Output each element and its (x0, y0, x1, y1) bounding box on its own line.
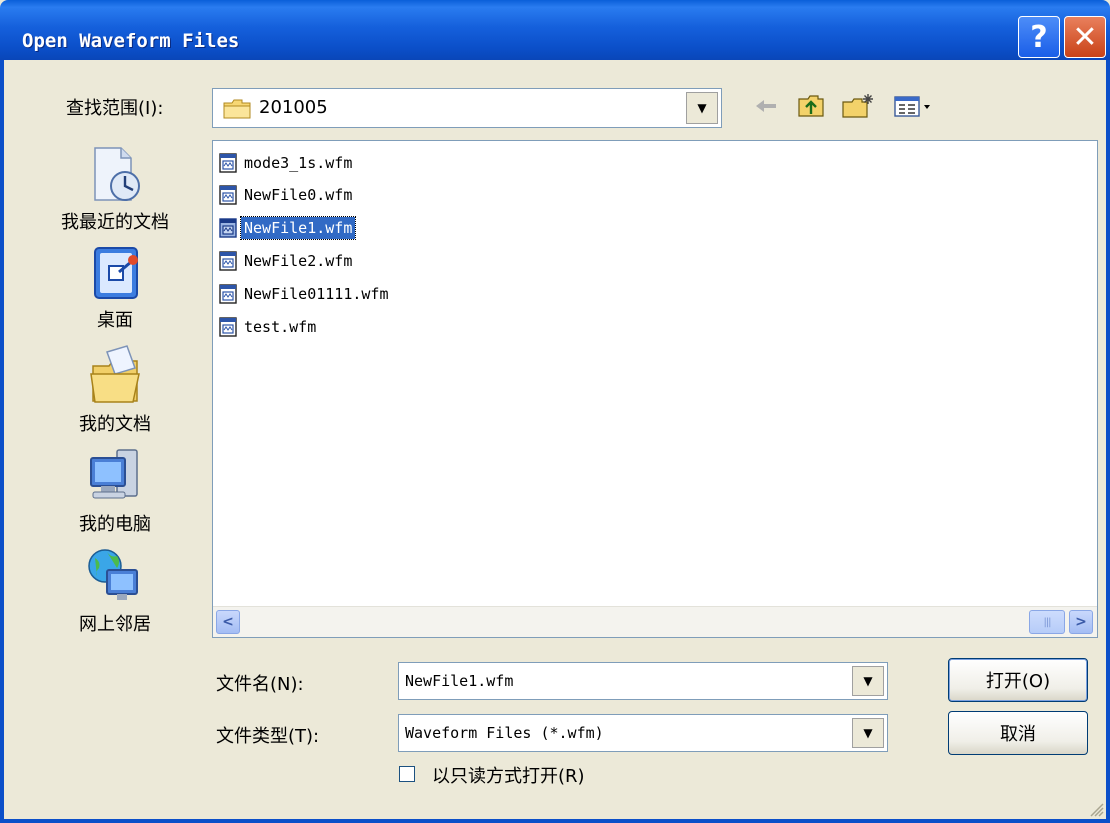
new-folder-button[interactable] (840, 92, 876, 120)
place-my-documents[interactable]: 我的文档 (20, 344, 210, 436)
horizontal-scrollbar[interactable]: < ||| > (213, 606, 1097, 637)
file-name: mode3_1s.wfm (244, 154, 353, 172)
file-name: NewFile01111.wfm (244, 285, 389, 303)
file-item[interactable]: mode3_1s.wfm (219, 149, 355, 177)
my-documents-icon (90, 345, 140, 403)
close-button[interactable]: ✕ (1064, 16, 1106, 58)
help-icon: ? (1030, 19, 1048, 55)
new-folder-icon (842, 94, 873, 118)
file-item-selected[interactable]: NewFile1.wfm (219, 214, 357, 242)
cancel-button-label: 取消 (1000, 724, 1036, 745)
folder-icon (223, 99, 251, 119)
file-name: NewFile2.wfm (244, 252, 353, 270)
lookin-value: 201005 (259, 97, 328, 118)
place-label: 我最近的文档 (61, 212, 169, 233)
window-frame-right (1106, 60, 1110, 823)
up-folder-icon (798, 95, 824, 117)
view-menu-button[interactable] (892, 92, 934, 120)
waveform-file-icon (219, 284, 237, 304)
lookin-label: 查找范围(I): (66, 98, 164, 119)
place-label: 桌面 (97, 310, 133, 331)
help-button[interactable]: ? (1018, 16, 1060, 58)
file-name: NewFile1.wfm (239, 216, 357, 240)
place-network-places[interactable]: 网上邻居 (20, 544, 210, 636)
waveform-file-icon (219, 317, 237, 337)
waveform-file-icon (219, 185, 237, 205)
window-title: Open Waveform Files (22, 30, 240, 52)
desktop-icon (94, 247, 138, 299)
filename-label: 文件名(N): (216, 674, 304, 695)
up-folder-button[interactable] (796, 92, 826, 120)
waveform-file-icon (219, 218, 237, 238)
chevron-left-icon: < (222, 614, 234, 630)
grip-icon: ||| (1043, 616, 1051, 628)
file-name: NewFile0.wfm (244, 186, 353, 204)
place-desktop[interactable]: 桌面 (20, 244, 210, 332)
network-places-icon (88, 549, 138, 600)
scroll-right-button[interactable]: > (1069, 610, 1093, 634)
readonly-checkbox[interactable] (399, 766, 415, 782)
place-label: 我的电脑 (79, 514, 151, 535)
open-button-label: 打开(O) (985, 671, 1051, 692)
title-bar[interactable]: Open Waveform Files ? ✕ (0, 0, 1110, 60)
file-list[interactable]: mode3_1s.wfm NewFile0.wfm NewFile1.wfm N… (212, 140, 1098, 638)
filetype-dropdown-button[interactable]: ▼ (852, 718, 884, 748)
back-button[interactable] (752, 92, 780, 120)
back-arrow-icon (756, 100, 776, 112)
filetype-value: Waveform Files (*.wfm) (405, 724, 604, 742)
filename-dropdown-button[interactable]: ▼ (852, 666, 884, 696)
chevron-down-icon: ▼ (697, 101, 707, 115)
lookin-dropdown-button[interactable]: ▼ (686, 92, 718, 124)
scroll-thumb[interactable]: ||| (1029, 610, 1065, 634)
place-label: 我的文档 (79, 414, 151, 435)
lookin-dropdown[interactable]: 201005 ▼ (212, 88, 722, 128)
resize-grip-icon[interactable] (1088, 801, 1104, 817)
chevron-right-icon: > (1075, 614, 1087, 630)
chevron-down-icon: ▼ (863, 726, 873, 740)
window-frame-bottom (0, 819, 1110, 823)
filename-value: NewFile1.wfm (405, 672, 514, 690)
readonly-label[interactable]: 以只读方式打开(R) (432, 762, 585, 788)
waveform-file-icon (219, 153, 237, 173)
file-item[interactable]: NewFile01111.wfm (219, 280, 392, 308)
filetype-label: 文件类型(T): (216, 726, 320, 747)
waveform-file-icon (219, 251, 237, 271)
cancel-button[interactable]: 取消 (948, 711, 1088, 755)
place-recent-documents[interactable]: 我最近的文档 (20, 142, 210, 234)
chevron-down-icon: ▼ (863, 674, 873, 688)
my-computer-icon (90, 449, 138, 499)
filetype-dropdown[interactable]: Waveform Files (*.wfm) ▼ (398, 714, 888, 752)
file-item[interactable]: NewFile2.wfm (219, 247, 355, 275)
file-item[interactable]: NewFile0.wfm (219, 181, 355, 209)
place-my-computer[interactable]: 我的电脑 (20, 444, 210, 536)
filename-input[interactable]: NewFile1.wfm ▼ (398, 662, 888, 700)
file-name: test.wfm (244, 318, 317, 336)
view-menu-icon (894, 96, 930, 117)
scroll-left-button[interactable]: < (216, 610, 240, 634)
file-item[interactable]: test.wfm (219, 313, 319, 341)
close-icon: ✕ (1072, 19, 1098, 55)
open-button[interactable]: 打开(O) (948, 658, 1088, 702)
place-label: 网上邻居 (79, 614, 151, 635)
window-frame-left (0, 60, 4, 823)
recent-documents-icon (94, 147, 140, 201)
